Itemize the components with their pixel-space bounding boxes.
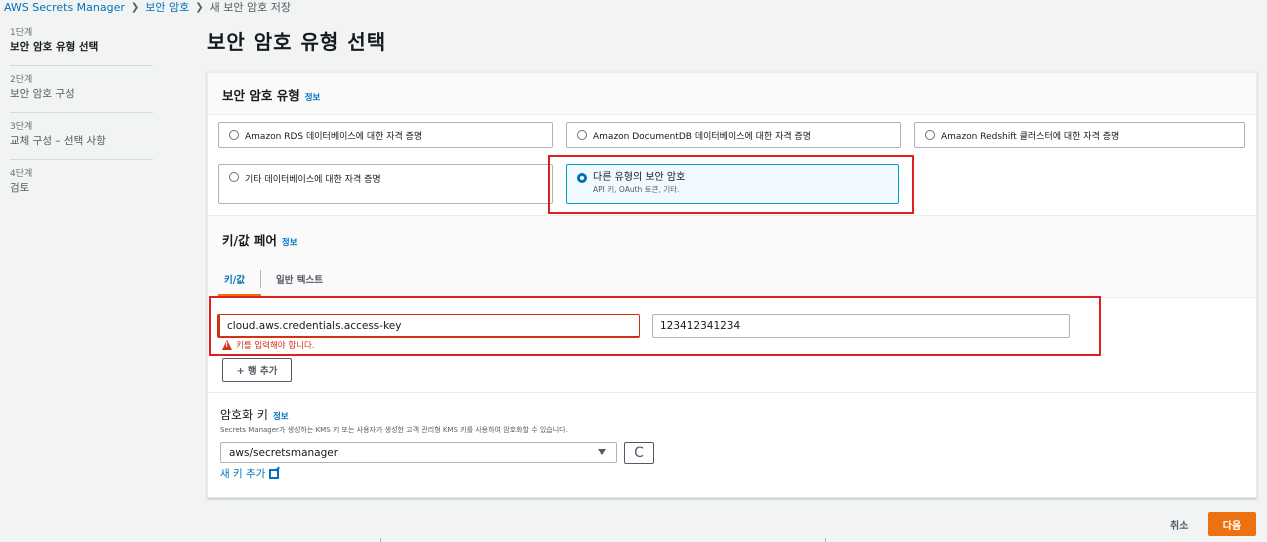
step-number: 3단계 [10,122,33,132]
option-label: Amazon Redshift 클러스터에 대한 자격 증명 [941,131,1120,142]
tab-key-value[interactable]: 키/값 [224,272,245,286]
option-label: Amazon DocumentDB 데이터베이스에 대한 자격 증명 [593,131,812,142]
step-number: 4단계 [10,169,33,179]
step-label: 보안 암호 구성 [10,88,75,100]
divider [825,538,826,542]
option-other-db[interactable]: 기타 데이터베이스에 대한 자격 증명 [218,164,553,204]
chevron-right-icon: ❯ [130,1,140,13]
radio-icon[interactable] [925,130,935,140]
tab-plaintext[interactable]: 일반 텍스트 [276,272,323,286]
option-label: Amazon RDS 데이터베이스에 대한 자격 증명 [245,131,423,142]
radio-selected-icon[interactable] [577,173,587,183]
refresh-button[interactable]: C [624,442,654,464]
add-new-key-link[interactable]: 새 키 추가 [220,466,280,481]
warning-icon [222,340,232,350]
caret-down-icon [598,449,606,455]
chevron-right-icon: ❯ [195,1,204,13]
value-input[interactable]: 123412341234 [652,314,1070,338]
breadcrumb-current: 새 보안 암호 저장 [209,1,291,14]
page-title: 보안 암호 유형 선택 [207,30,387,54]
option-label: 기타 데이터베이스에 대한 자격 증명 [245,175,381,185]
tab-divider [260,270,261,288]
encryption-title: 암호화 키 [220,408,268,422]
breadcrumb-link-secrets[interactable]: 보안 암호 [145,0,189,15]
radio-icon[interactable] [577,130,587,140]
wizard-step-1: 1단계 보안 암호 유형 선택 [0,24,153,55]
key-input-value: cloud.aws.credentials.access-key [227,319,402,332]
step-label: 보안 암호 유형 선택 [10,41,99,53]
radio-icon[interactable] [229,130,239,140]
radio-icon[interactable] [229,172,239,182]
kms-key-select[interactable]: aws/secretsmanager [220,442,617,463]
new-key-label: 새 키 추가 [220,468,266,480]
wizard-step-3[interactable]: 3단계 교체 구성 – 선택 사항 [0,113,153,149]
external-link-icon [269,468,280,479]
secret-type-heading: 보안 암호 유형 정보 [222,85,320,104]
add-row-button[interactable]: + 행 추가 [222,358,292,382]
cancel-button[interactable]: 취소 [1170,517,1188,532]
step-label: 교체 구성 – 선택 사항 [10,135,106,147]
option-title: 다른 유형의 보안 암호 [593,172,686,183]
secret-type-title: 보안 암호 유형 [222,88,300,103]
option-other-secret[interactable]: 다른 유형의 보안 암호 API 키, OAuth 토큰, 기타. [566,164,899,204]
error-text: 키를 입력해야 합니다. [236,341,315,351]
option-description: API 키, OAuth 토큰, 기타. [593,185,680,194]
divider [380,538,381,542]
info-link[interactable]: 정보 [282,238,298,248]
key-input[interactable]: cloud.aws.credentials.access-key [217,314,640,338]
next-button[interactable]: 다음 [1208,512,1256,536]
step-number: 2단계 [10,75,33,85]
info-link[interactable]: 정보 [273,412,289,422]
encryption-description: Secrets Manager가 생성하는 KMS 키 또는 사용자가 생성한 … [220,426,568,434]
value-input-value: 123412341234 [660,320,741,332]
encryption-heading: 암호화 키 정보 [220,406,289,423]
step-label: 검토 [10,182,30,194]
option-text: 다른 유형의 보안 암호 API 키, OAuth 토큰, 기타. [593,172,685,196]
kms-key-value: aws/secretsmanager [229,446,339,459]
key-error-message: 키를 입력해야 합니다. [222,339,315,351]
info-link[interactable]: 정보 [305,93,321,103]
divider [208,392,1256,393]
kv-title: 키/값 페어 [222,233,277,248]
refresh-icon: C [634,445,644,461]
breadcrumb-link-secrets-manager[interactable]: AWS Secrets Manager [4,1,125,14]
option-redshift[interactable]: Amazon Redshift 클러스터에 대한 자격 증명 [914,122,1245,148]
kv-header [208,215,1256,298]
wizard-steps: 1단계 보안 암호 유형 선택 2단계 보안 암호 구성 3단계 교체 구성 –… [0,24,153,196]
panel-header [208,73,1256,115]
option-rds[interactable]: Amazon RDS 데이터베이스에 대한 자격 증명 [218,122,553,148]
main-panel: 보안 암호 유형 정보 Amazon RDS 데이터베이스에 대한 자격 증명 A… [207,72,1257,498]
active-tab-indicator [218,294,261,297]
kv-heading: 키/값 페어 정보 [222,230,298,249]
option-documentdb[interactable]: Amazon DocumentDB 데이터베이스에 대한 자격 증명 [566,122,901,148]
breadcrumb: AWS Secrets Manager ❯ 보안 암호 ❯ 새 보안 암호 저장 [4,0,291,15]
step-number: 1단계 [10,28,33,38]
wizard-step-2[interactable]: 2단계 보안 암호 구성 [0,66,153,102]
wizard-step-4[interactable]: 4단계 검토 [0,160,153,196]
